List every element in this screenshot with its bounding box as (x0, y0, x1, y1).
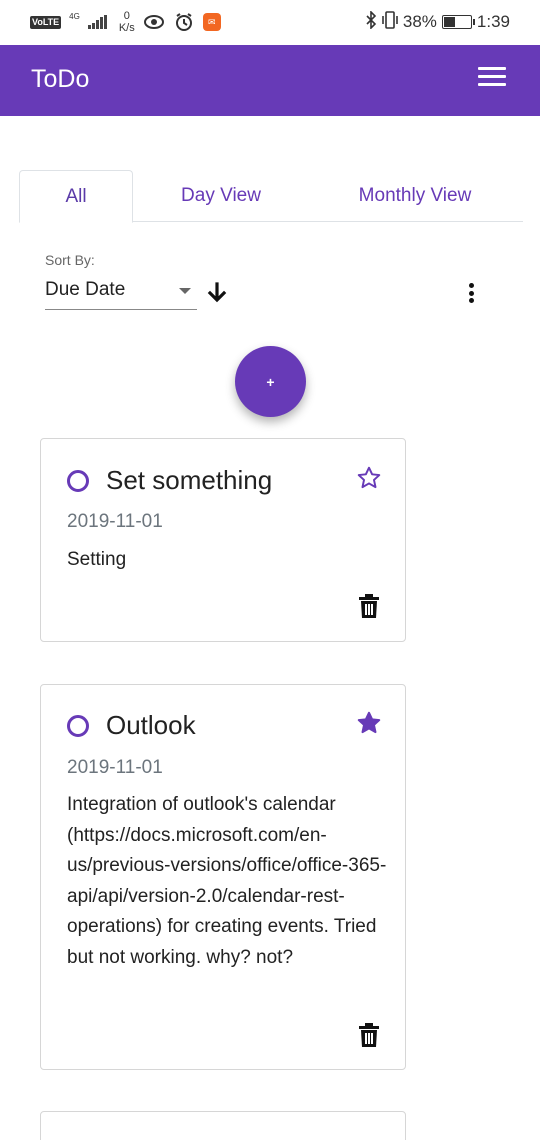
tab-monthly-view[interactable]: Monthly View (339, 170, 491, 222)
battery-icon (441, 15, 475, 29)
app-title: ToDo (31, 65, 90, 93)
bluetooth-icon (365, 9, 377, 34)
todo-card (40, 1111, 406, 1140)
hamburger-menu-icon[interactable] (478, 67, 506, 91)
arrow-down-icon[interactable] (205, 282, 229, 304)
tab-all[interactable]: All (19, 170, 133, 223)
add-todo-button[interactable]: + (235, 346, 306, 417)
more-options-icon[interactable] (460, 280, 482, 306)
complete-toggle-circle-icon[interactable] (67, 715, 89, 737)
sort-by-value: Due Date (45, 279, 126, 300)
eye-icon (143, 11, 165, 33)
volte-badge: VoLTE (30, 15, 62, 29)
todo-description: Integration of outlook's calendar (https… (67, 794, 387, 968)
app-bar: ToDo (0, 45, 540, 116)
status-bar-left: VoLTE 4G 0 K/s ✉ (30, 10, 221, 34)
todo-date: 2019-11-01 (67, 757, 163, 778)
view-tabs: All Day View Monthly View (19, 170, 523, 223)
star-outline-icon[interactable] (356, 465, 382, 491)
sort-by-select[interactable]: Due Date (45, 276, 197, 310)
trash-icon[interactable] (358, 1022, 380, 1048)
sort-by-label: Sort By: (45, 252, 95, 268)
battery-percent: 38% (402, 12, 437, 31)
signal-icon (87, 15, 107, 29)
todo-card: Set something 2019-11-01 Setting (40, 438, 406, 642)
caret-down-icon (179, 288, 191, 294)
todo-title: Set something (106, 465, 273, 495)
network-type: 4G (69, 11, 80, 21)
todo-description: Setting (67, 549, 127, 570)
alarm-icon (173, 11, 195, 33)
status-bar-right: 38% 1:39 (365, 9, 510, 34)
tab-day-view[interactable]: Day View (159, 170, 283, 222)
status-bar: VoLTE 4G 0 K/s ✉ 38% 1:39 (0, 0, 540, 45)
todo-card: Outlook 2019-11-01 Integration of outloo… (40, 684, 406, 1070)
trash-icon[interactable] (358, 593, 380, 619)
speed-value: 0 (123, 10, 130, 22)
todo-title: Outlook (106, 710, 196, 740)
vibrate-icon (382, 10, 398, 34)
star-filled-icon[interactable] (356, 710, 382, 736)
clock-time: 1:39 (476, 12, 510, 31)
complete-toggle-circle-icon[interactable] (67, 470, 89, 492)
speed-unit: K/s (118, 22, 135, 34)
network-speed: 0 K/s (119, 10, 135, 34)
notification-app-icon: ✉ (202, 13, 221, 31)
todo-date: 2019-11-01 (67, 511, 163, 532)
